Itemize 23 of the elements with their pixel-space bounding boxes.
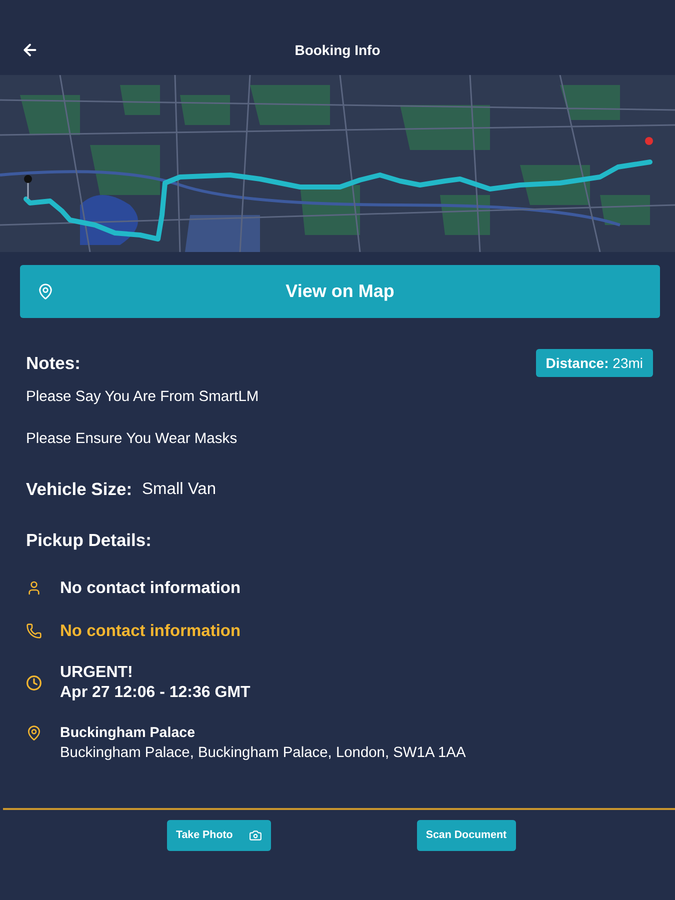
notes-heading: Notes: — [26, 352, 80, 375]
location-pin-icon — [37, 283, 54, 300]
pickup-heading: Pickup Details: — [25, 529, 152, 551]
clock-icon — [26, 675, 42, 691]
contact-text: No contact information — [60, 578, 241, 598]
note-text: Please Ensure You Wear Masks — [25, 430, 238, 448]
distance-badge: Distance: 23mi — [536, 349, 653, 377]
urgency-label: URGENT! — [60, 663, 134, 683]
note-text: Please Say You Are From SmartLM — [25, 388, 259, 406]
location-pin-icon — [26, 725, 42, 741]
person-icon — [26, 580, 42, 596]
view-on-map-button[interactable]: View on Map — [20, 265, 660, 318]
phone-link[interactable]: No contact information — [60, 621, 241, 641]
pickup-time: Apr 27 12:06 - 12:36 GMT — [60, 683, 250, 703]
place-address: Buckingham Palace, Buckingham Palace, London, SW1A 1AA — [60, 744, 466, 763]
camera-icon — [248, 829, 262, 842]
page-title: Booking Info — [294, 41, 380, 60]
place-name: Buckingham Palace — [60, 724, 196, 743]
take-photo-button[interactable]: Take Photo — [167, 820, 271, 851]
phone-icon — [26, 623, 42, 639]
vehicle-size-label: Vehicle Size: — [26, 478, 132, 501]
vehicle-size-value: Small Van — [142, 478, 216, 500]
scan-document-button[interactable]: Scan Document — [416, 820, 516, 851]
